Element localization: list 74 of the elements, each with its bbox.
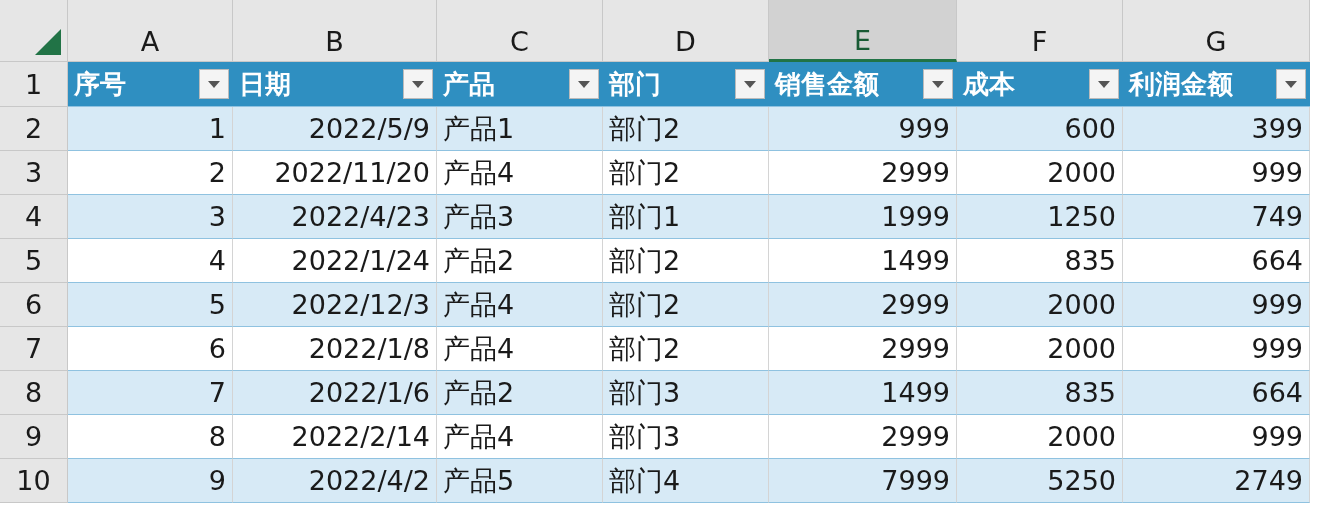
column-header[interactable]: G <box>1123 0 1310 62</box>
filter-button[interactable] <box>569 69 599 99</box>
table-cell: 7 <box>68 371 233 415</box>
table-cell: 9 <box>68 459 233 503</box>
row-header[interactable]: 7 <box>0 327 68 371</box>
table-cell: 2749 <box>1123 459 1310 503</box>
table-cell: 1499 <box>769 371 957 415</box>
row-header[interactable]: 4 <box>0 195 68 239</box>
caret-icon <box>578 80 590 88</box>
table-cell: 2022/5/9 <box>233 107 437 151</box>
row-header[interactable]: 5 <box>0 239 68 283</box>
caret-icon <box>1098 80 1110 88</box>
row-header[interactable]: 9 <box>0 415 68 459</box>
table-cell: 产品3 <box>437 195 603 239</box>
table-cell: 5 <box>68 283 233 327</box>
column-header[interactable]: F <box>957 0 1123 62</box>
table-cell: 部门1 <box>603 195 769 239</box>
table-cell: 999 <box>769 107 957 151</box>
table-cell: 1999 <box>769 195 957 239</box>
row-header[interactable]: 1 <box>0 62 68 107</box>
filter-button[interactable] <box>1276 69 1306 99</box>
filter-button[interactable] <box>923 69 953 99</box>
column-title: 日期 <box>239 67 291 101</box>
row-header[interactable]: 6 <box>0 283 68 327</box>
table-cell: 7999 <box>769 459 957 503</box>
caret-icon <box>208 80 220 88</box>
row-header[interactable]: 2 <box>0 107 68 151</box>
row-header[interactable]: 10 <box>0 459 68 503</box>
table-cell: 2000 <box>957 283 1123 327</box>
column-title: 产品 <box>443 67 495 101</box>
column-header[interactable]: C <box>437 0 603 62</box>
table-cell: 1 <box>68 107 233 151</box>
table-cell: 2022/4/2 <box>233 459 437 503</box>
table-cell: 2022/4/23 <box>233 195 437 239</box>
column-header[interactable]: A <box>68 0 233 62</box>
caret-icon <box>932 80 944 88</box>
filter-button[interactable] <box>403 69 433 99</box>
column-title: 序号 <box>74 67 126 101</box>
column-title: 利润金额 <box>1129 67 1233 101</box>
table-cell: 部门2 <box>603 107 769 151</box>
table-cell: 2022/12/3 <box>233 283 437 327</box>
table-cell: 600 <box>957 107 1123 151</box>
caret-icon <box>744 80 756 88</box>
caret-icon <box>412 80 424 88</box>
table-cell: 399 <box>1123 107 1310 151</box>
table-cell: 2999 <box>769 283 957 327</box>
column-header[interactable]: B <box>233 0 437 62</box>
table-cell: 749 <box>1123 195 1310 239</box>
filter-button[interactable] <box>735 69 765 99</box>
table-cell: 产品4 <box>437 283 603 327</box>
table-cell: 产品5 <box>437 459 603 503</box>
table-cell: 1250 <box>957 195 1123 239</box>
table-cell: 产品1 <box>437 107 603 151</box>
filter-button[interactable] <box>199 69 229 99</box>
table-cell: 部门2 <box>603 283 769 327</box>
table-cell: 产品2 <box>437 371 603 415</box>
row-header[interactable]: 8 <box>0 371 68 415</box>
table-cell: 835 <box>957 371 1123 415</box>
table-cell: 999 <box>1123 283 1310 327</box>
column-header[interactable]: E <box>769 0 957 62</box>
table-cell: 3 <box>68 195 233 239</box>
caret-icon <box>1285 80 1297 88</box>
table-cell: 664 <box>1123 371 1310 415</box>
column-title: 部门 <box>609 67 661 101</box>
table-cell: 2022/1/6 <box>233 371 437 415</box>
column-title: 销售金额 <box>775 67 879 101</box>
filter-button[interactable] <box>1089 69 1119 99</box>
table-cell: 部门4 <box>603 459 769 503</box>
table-cell: 部门3 <box>603 371 769 415</box>
row-header[interactable]: 3 <box>0 151 68 195</box>
column-header[interactable]: D <box>603 0 769 62</box>
column-title: 成本 <box>963 67 1015 101</box>
select-all-icon[interactable] <box>35 29 61 55</box>
table-cell: 5250 <box>957 459 1123 503</box>
